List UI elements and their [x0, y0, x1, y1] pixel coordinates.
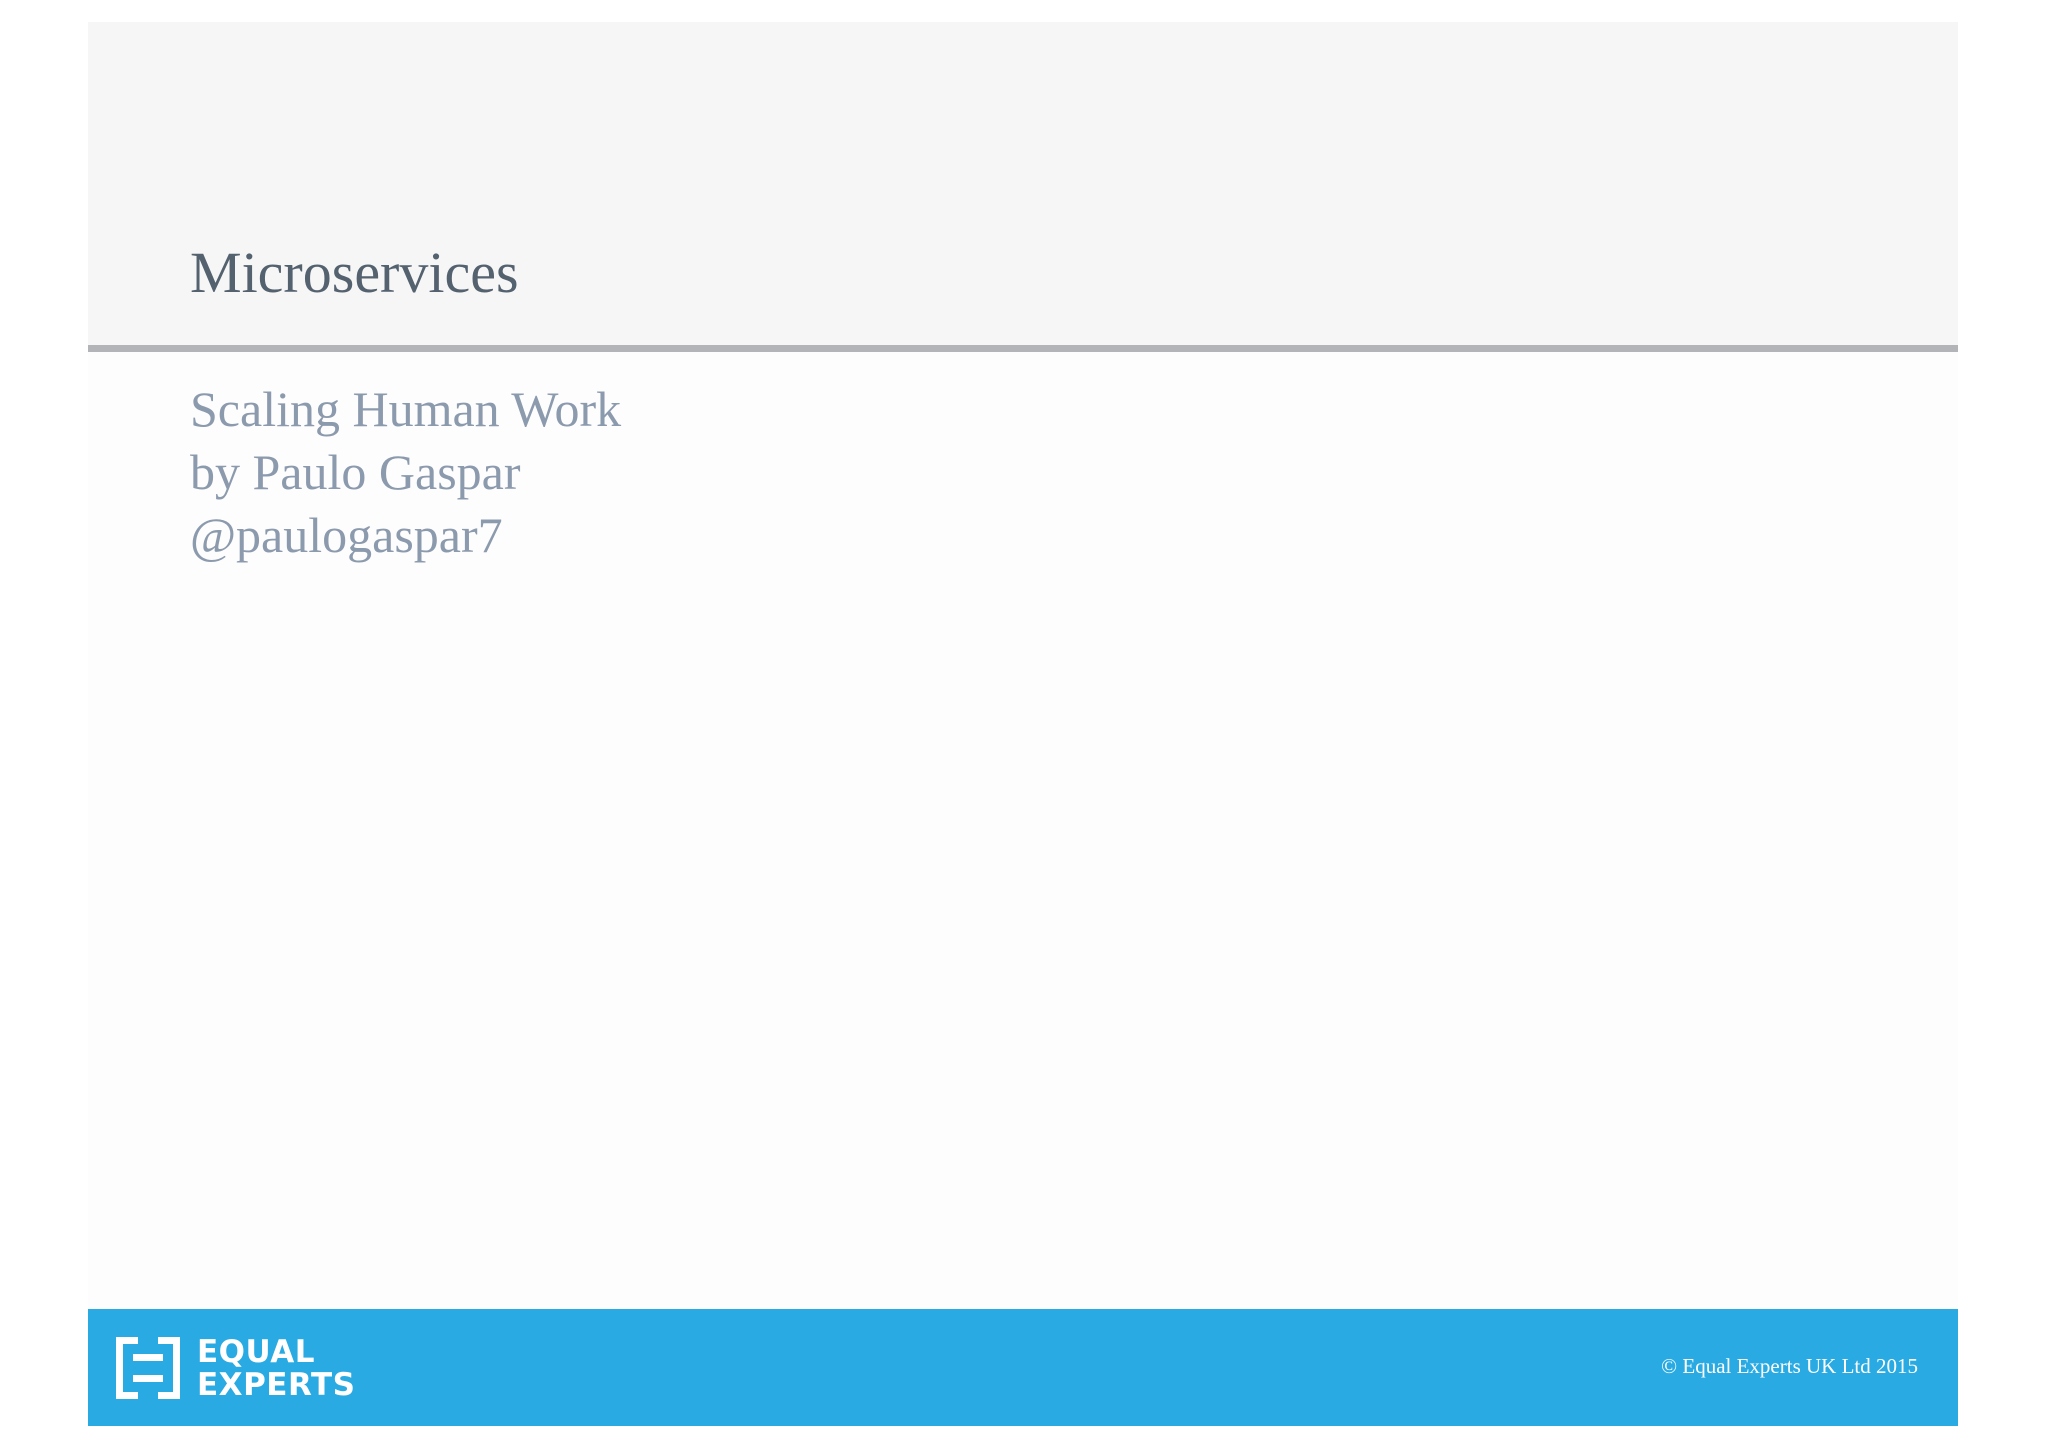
logo-line-1: EQUAL	[197, 1334, 315, 1370]
title-divider	[88, 345, 1958, 352]
footer-bar: EQUAL EXPERTS © Equal Experts UK Ltd 201…	[88, 1309, 1958, 1426]
copyright-notice: © Equal Experts UK Ltd 2015	[1661, 1354, 1918, 1378]
twitter-handle: @paulogaspar7	[190, 507, 503, 563]
title-band: Microservices	[88, 22, 1958, 345]
logo-line-2: EXPERTS	[197, 1367, 356, 1403]
slide-title: Microservices	[190, 240, 519, 305]
slide: Microservices Scaling Human Work by Paul…	[88, 22, 1958, 1426]
author-line: by Paulo Gaspar	[190, 444, 521, 500]
equal-experts-logo-icon	[116, 1337, 180, 1399]
subtitle-line: Scaling Human Work	[190, 381, 622, 437]
equal-experts-logo: EQUAL EXPERTS	[116, 1334, 356, 1402]
subtitle-block: Scaling Human Work by Paulo Gaspar @paul…	[190, 378, 621, 567]
logo-wordmark: EQUAL EXPERTS	[197, 1336, 355, 1402]
